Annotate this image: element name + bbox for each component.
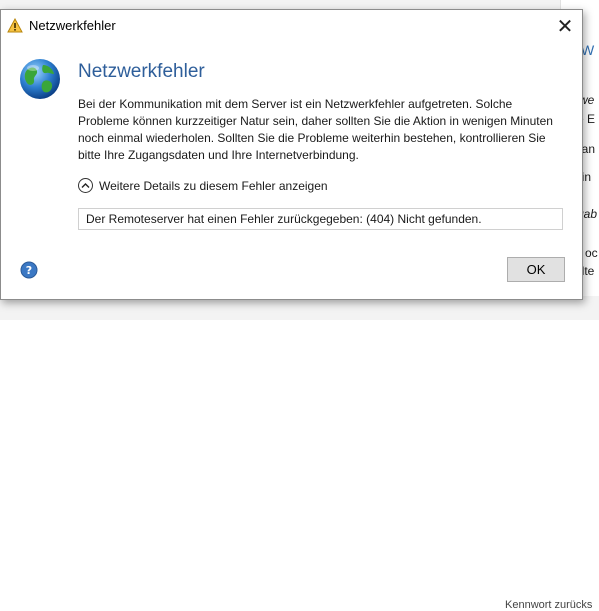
globe-icon	[18, 57, 62, 101]
details-toggle-label: Weitere Details zu diesem Fehler anzeige…	[99, 178, 328, 193]
chevron-up-icon	[78, 178, 93, 193]
close-icon: ✕	[556, 15, 574, 38]
error-details-field[interactable]: Der Remoteserver hat einen Fehler zurück…	[78, 208, 563, 230]
svg-text:?: ?	[26, 264, 32, 277]
bg-bottom-fragment: Kennwort zurücks	[505, 599, 593, 611]
ok-button[interactable]: OK	[507, 257, 565, 282]
warning-icon	[7, 17, 23, 34]
help-icon[interactable]: ?	[20, 261, 38, 279]
dialog-title: Netzwerkfehler	[29, 18, 116, 33]
dialog-titlebar[interactable]: Netzwerkfehler ✕	[1, 10, 582, 42]
close-button[interactable]: ✕	[548, 10, 582, 42]
error-message: Bei der Kommunikation mit dem Server ist…	[78, 97, 553, 162]
dialog-heading: Netzwerkfehler	[78, 61, 205, 82]
network-error-dialog: Netzwerkfehler ✕ Netzwerkfehler Bei der …	[0, 9, 583, 300]
details-toggle[interactable]: Weitere Details zu diesem Fehler anzeige…	[78, 178, 328, 193]
